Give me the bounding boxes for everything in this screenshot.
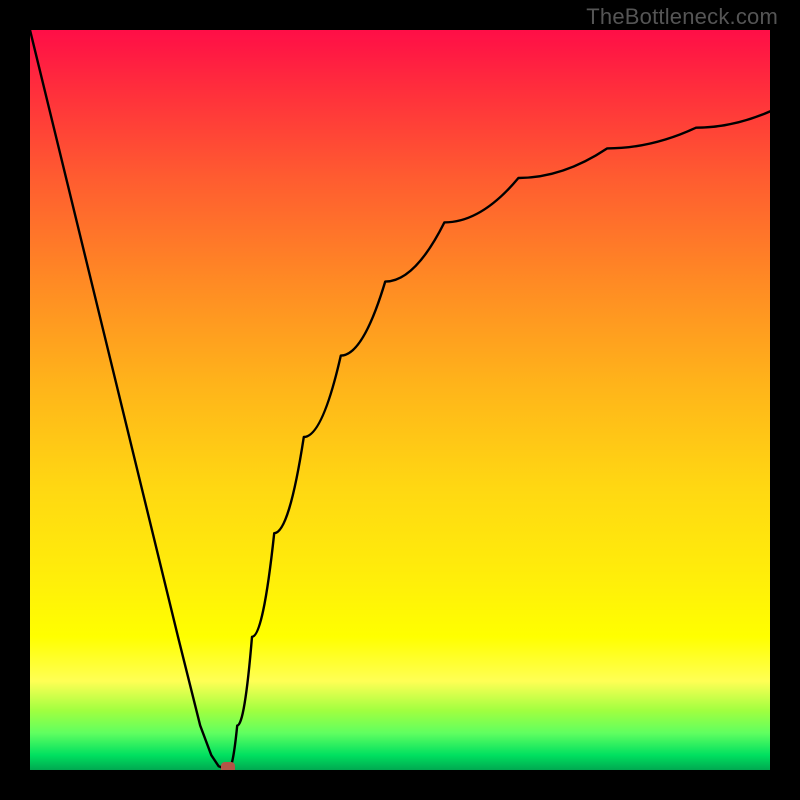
watermark-text: TheBottleneck.com (586, 4, 778, 30)
bottleneck-curve (30, 30, 770, 770)
chart-frame: TheBottleneck.com (0, 0, 800, 800)
curve-layer (30, 30, 770, 770)
optimum-marker (221, 762, 235, 770)
plot-area (30, 30, 770, 770)
